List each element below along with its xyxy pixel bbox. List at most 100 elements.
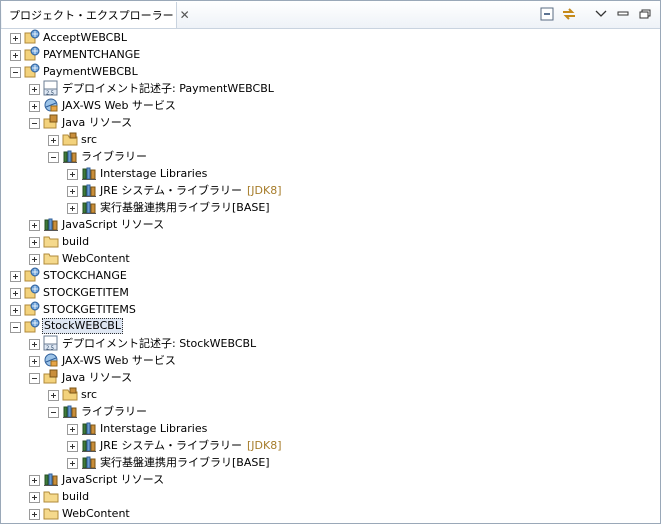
tree-item[interactable]: StockWEBCBL — [1, 318, 660, 335]
expand-icon[interactable] — [29, 475, 40, 486]
source-folder-icon — [62, 131, 78, 147]
tree-item[interactable]: STOCKCHANGE — [1, 267, 660, 284]
collapse-icon[interactable] — [48, 152, 59, 163]
link-with-editor-icon — [563, 8, 575, 20]
expand-icon[interactable] — [29, 509, 40, 520]
tree-item[interactable]: Interstage Libraries — [1, 165, 660, 182]
library-icon — [81, 420, 97, 436]
tree-item-label: STOCKCHANGE — [43, 269, 127, 282]
tree-item[interactable]: STOCKGETITEMS — [1, 301, 660, 318]
expand-icon[interactable] — [10, 288, 21, 299]
tree-item[interactable]: src — [1, 386, 660, 403]
tree-item-label: Interstage Libraries — [100, 422, 208, 435]
library-icon — [81, 437, 97, 453]
collapse-icon[interactable] — [29, 118, 40, 129]
tree-item[interactable]: STOCKGETITEM — [1, 284, 660, 301]
maximize-button[interactable] — [636, 6, 654, 22]
expand-icon[interactable] — [29, 339, 40, 350]
deployment-descriptor-icon: 2.5 — [43, 80, 59, 97]
tree-item[interactable]: AcceptWEBCBL — [1, 29, 660, 46]
tree-item[interactable]: build — [1, 488, 660, 505]
project-tree: AcceptWEBCBL PAYMENTCHANGE PaymentWEBCBL 2.… — [1, 29, 660, 522]
tree-item[interactable]: Java リソース — [1, 114, 660, 131]
tree-item[interactable]: src — [1, 131, 660, 148]
collapse-all-button[interactable] — [538, 6, 556, 22]
project-icon — [24, 267, 40, 283]
expand-icon[interactable] — [29, 492, 40, 503]
expand-icon[interactable] — [29, 220, 40, 231]
tree-item[interactable]: JAX-WS Web サービス — [1, 352, 660, 369]
tree-item[interactable]: JRE システム・ライブラリー [JDK8] — [1, 437, 660, 454]
tree-item-label: ライブラリー — [81, 405, 147, 418]
folder-icon — [43, 505, 59, 521]
jdk-version-label: [JDK8] — [247, 439, 282, 452]
tree-item[interactable]: ライブラリー — [1, 148, 660, 165]
view-menu-button[interactable] — [592, 6, 610, 22]
tab-project-explorer[interactable]: プロジェクト・エクスプローラー ✕ — [2, 2, 190, 28]
expand-icon[interactable] — [67, 186, 78, 197]
java-resources-icon — [43, 114, 59, 130]
library-icon — [62, 403, 78, 419]
expand-icon[interactable] — [48, 390, 59, 401]
tree-item[interactable]: 2.5 デプロイメント記述子: PaymentWEBCBL — [1, 80, 660, 97]
tree-item-label: build — [62, 235, 90, 248]
source-folder-icon — [62, 386, 78, 402]
library-icon — [43, 471, 59, 487]
expand-icon[interactable] — [29, 84, 40, 95]
tree-item[interactable]: Interstage Libraries — [1, 420, 660, 437]
web-service-icon — [43, 97, 59, 113]
expand-icon[interactable] — [10, 50, 21, 61]
project-icon — [24, 29, 40, 45]
tree-item[interactable]: 実行基盤連携用ライブラリ[BASE] — [1, 454, 660, 471]
collapse-icon[interactable] — [29, 373, 40, 384]
expand-icon[interactable] — [10, 33, 21, 44]
tree-item-label: PAYMENTCHANGE — [43, 48, 141, 61]
tree-item[interactable]: 2.5 デプロイメント記述子: StockWEBCBL — [1, 335, 660, 352]
project-icon — [24, 63, 40, 79]
expand-icon[interactable] — [67, 203, 78, 214]
tree-item[interactable]: JavaScript リソース — [1, 216, 660, 233]
jdk-version-label: [JDK8] — [247, 184, 282, 197]
expand-icon[interactable] — [29, 254, 40, 265]
tree-item[interactable]: JRE システム・ライブラリー [JDK8] — [1, 182, 660, 199]
tree-item-label: JavaScript リソース — [62, 473, 165, 486]
minimize-button[interactable] — [614, 6, 632, 22]
tree-item[interactable]: WebContent — [1, 250, 660, 267]
tree-item[interactable]: PaymentWEBCBL — [1, 63, 660, 80]
tree-item[interactable]: JavaScript リソース — [1, 471, 660, 488]
view-toolbar — [538, 6, 654, 22]
tree-item[interactable]: build — [1, 233, 660, 250]
maximize-icon — [639, 9, 651, 19]
link-with-editor-button[interactable] — [560, 6, 578, 22]
tree-item-label: デプロイメント記述子: StockWEBCBL — [62, 337, 257, 350]
tree-item[interactable]: PAYMENTCHANGE — [1, 46, 660, 63]
expand-icon[interactable] — [29, 237, 40, 248]
tree-item-label: WebContent — [62, 252, 130, 265]
web-service-icon — [43, 352, 59, 368]
tree-item[interactable]: WebContent — [1, 505, 660, 522]
expand-icon[interactable] — [67, 424, 78, 435]
expand-icon[interactable] — [29, 356, 40, 367]
expand-icon[interactable] — [10, 271, 21, 282]
collapse-icon[interactable] — [10, 322, 21, 333]
expand-icon[interactable] — [67, 441, 78, 452]
expand-icon[interactable] — [67, 458, 78, 469]
expand-icon[interactable] — [29, 101, 40, 112]
tree-item[interactable]: ライブラリー — [1, 403, 660, 420]
library-icon — [43, 216, 59, 232]
tree-item-label: src — [81, 388, 98, 401]
expand-icon[interactable] — [48, 135, 59, 146]
collapse-icon[interactable] — [10, 67, 21, 78]
tree-item[interactable]: JAX-WS Web サービス — [1, 97, 660, 114]
tree-item[interactable]: 実行基盤連携用ライブラリ[BASE] — [1, 199, 660, 216]
library-icon — [62, 148, 78, 164]
svg-text:2.5: 2.5 — [46, 346, 54, 352]
collapse-icon[interactable] — [48, 407, 59, 418]
expand-icon[interactable] — [10, 305, 21, 316]
close-icon[interactable]: ✕ — [180, 8, 190, 22]
tree-item-label: JavaScript リソース — [62, 218, 165, 231]
tree-item-label: Java リソース — [62, 371, 133, 384]
collapse-all-icon — [540, 7, 554, 21]
tree-item[interactable]: Java リソース — [1, 369, 660, 386]
expand-icon[interactable] — [67, 169, 78, 180]
